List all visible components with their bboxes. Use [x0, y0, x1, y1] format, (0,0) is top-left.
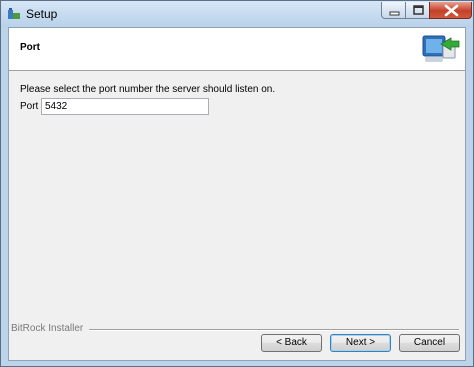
port-label: Port: [20, 101, 39, 112]
header-panel: Port: [9, 28, 465, 71]
monitor-install-icon: [422, 35, 460, 62]
footer-divider: [89, 329, 459, 331]
setup-app-icon: [8, 8, 20, 19]
maximize-button[interactable]: [405, 2, 430, 19]
back-button[interactable]: < Back: [261, 334, 322, 352]
page-title: Port: [20, 42, 40, 53]
cancel-button[interactable]: Cancel: [399, 334, 460, 352]
maximize-icon: [413, 5, 424, 15]
setup-window: Setup Port Please select the port number…: [0, 0, 474, 367]
minimize-icon: [389, 11, 400, 16]
port-input[interactable]: [41, 98, 209, 115]
minimize-button[interactable]: [381, 2, 406, 19]
instruction-text: Please select the port number the server…: [20, 84, 276, 95]
next-button[interactable]: Next >: [330, 334, 391, 352]
window-title: Setup: [26, 7, 58, 21]
close-icon: [444, 4, 459, 17]
installer-brand-label: BitRock Installer: [11, 323, 84, 334]
title-bar[interactable]: Setup: [1, 1, 473, 27]
dialog-body: Port Please select the port number the s…: [8, 27, 466, 361]
close-button[interactable]: [429, 2, 472, 19]
